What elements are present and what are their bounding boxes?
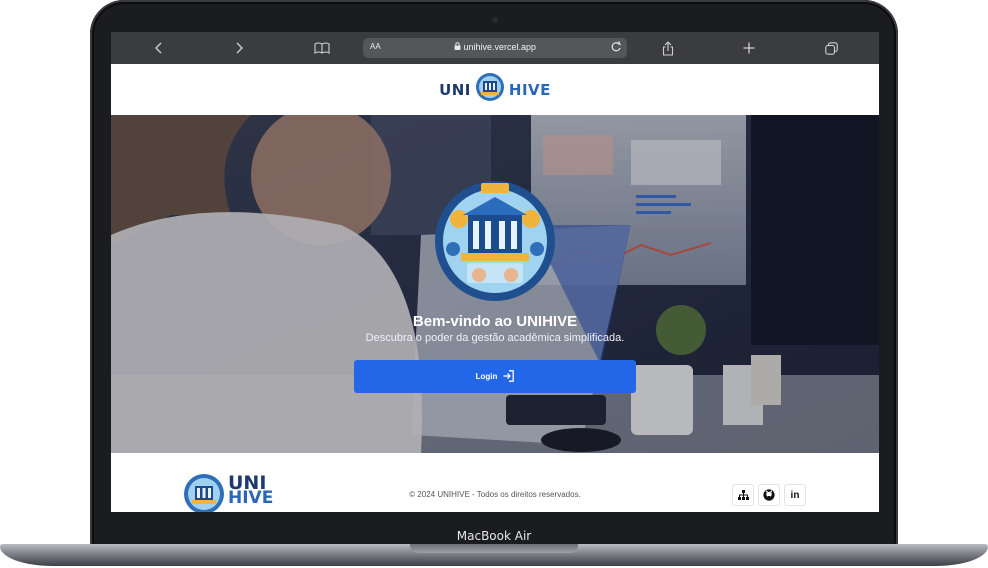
address-bar[interactable]: AA unihive.vercel.app <box>363 38 627 58</box>
login-icon <box>503 369 515 384</box>
browser-screen: AA unihive.vercel.app UNI HIVE Bem-vindo… <box>111 32 879 512</box>
webcam <box>492 17 498 23</box>
login-button[interactable]: Login <box>354 360 636 393</box>
browser-toolbar: AA unihive.vercel.app <box>111 32 879 64</box>
chevron-right-icon[interactable] <box>231 38 247 58</box>
hero-subtitle: Descubra o poder da gestão acadêmica sim… <box>365 332 625 344</box>
sitemap-icon[interactable] <box>732 484 754 506</box>
linkedin-icon[interactable]: in <box>784 484 806 506</box>
tabs-icon[interactable] <box>823 38 839 58</box>
social-links: in <box>732 484 806 506</box>
linkedin-label: in <box>790 489 800 501</box>
unihive-emblem-icon <box>435 181 555 301</box>
reload-icon[interactable] <box>610 40 622 56</box>
book-icon[interactable] <box>313 38 331 58</box>
logo-emblem-icon <box>475 72 505 107</box>
chevron-left-icon[interactable] <box>151 38 167 58</box>
login-button-label: Login <box>475 372 498 381</box>
laptop-mockup: AA unihive.vercel.app UNI HIVE Bem-vindo… <box>0 0 988 568</box>
logo-text-uni: UNI <box>439 80 471 99</box>
github-icon[interactable] <box>758 484 780 506</box>
site-footer: UNI HIVE © 2024 UNIHIVE - Todos os direi… <box>111 453 879 512</box>
logo-text-hive: HIVE <box>508 80 551 99</box>
share-icon[interactable] <box>660 38 676 58</box>
url-display: unihive.vercel.app <box>363 42 627 52</box>
header-logo[interactable]: UNI HIVE <box>439 72 551 107</box>
url-text: unihive.vercel.app <box>463 42 537 52</box>
site-header: UNI HIVE <box>111 64 879 115</box>
plus-icon[interactable] <box>741 38 757 58</box>
hero-section: Bem-vindo ao UNIHIVE Descubra o poder da… <box>111 115 879 453</box>
device-label: MacBook Air <box>456 529 532 543</box>
laptop-hinge-notch <box>410 544 578 553</box>
hero-title: Bem-vindo ao UNIHIVE <box>412 313 578 330</box>
